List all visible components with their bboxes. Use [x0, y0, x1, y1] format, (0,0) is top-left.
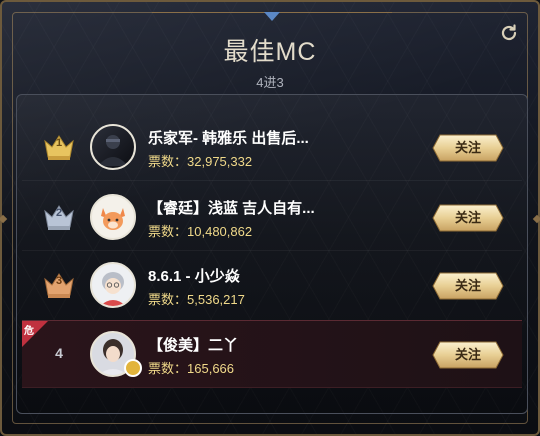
refresh-icon	[501, 24, 517, 41]
vote-count: 票数：165,666	[148, 358, 234, 377]
follow-button[interactable]: 关注	[432, 272, 504, 300]
rank-number: 1	[55, 137, 63, 149]
votes-value: 165,666	[187, 361, 235, 376]
row-divider	[22, 250, 522, 251]
right-side-ornament	[532, 214, 540, 224]
contestant-name: 【睿廷】浅蓝 吉人自有...	[148, 200, 315, 217]
avatar-photo-icon	[98, 135, 128, 166]
row-divider	[22, 180, 522, 181]
left-side-ornament	[0, 214, 8, 224]
votes-value: 32,975,332	[187, 154, 253, 169]
avatar[interactable]	[90, 194, 136, 240]
avatar[interactable]	[90, 124, 136, 170]
votes-label: 票数：	[148, 361, 188, 376]
votes-value: 5,536,217	[187, 292, 245, 307]
follow-button-label: 关注	[454, 347, 481, 362]
rank-number: 2	[55, 207, 63, 219]
ranking-row-3: 3 8.6.1 - 小少焱 票数：5,536,217 关注	[22, 252, 522, 318]
contestant-name: 【俊美】二丫	[148, 337, 239, 354]
contestant-name: 乐家军- 韩雅乐 出售后...	[148, 130, 309, 147]
round-subtitle: 4进3	[256, 75, 284, 90]
vote-count: 票数：5,536,217	[148, 289, 245, 308]
level-badge-icon	[124, 359, 142, 377]
follow-button[interactable]: 关注	[432, 204, 504, 232]
vote-count: 票数：32,975,332	[148, 151, 252, 170]
follow-button[interactable]: 关注	[432, 134, 504, 162]
cartoon-fox-avatar-icon	[101, 208, 125, 230]
avatar[interactable]	[90, 262, 136, 308]
vote-count: 票数：10,480,862	[148, 221, 252, 240]
ranking-row-1: 1 乐家军- 韩雅乐 出售后... 票数：32,975,332 关注	[22, 114, 522, 180]
follow-button[interactable]: 关注	[432, 341, 504, 369]
follow-button-label: 关注	[454, 140, 481, 155]
danger-tag-label: 危	[24, 326, 34, 337]
follow-button-label: 关注	[454, 210, 481, 225]
contestant-name: 8.6.1 - 小少焱	[148, 268, 240, 285]
ranking-row-2: 2 【睿廷】浅蓝 吉人自有... 票数：10,480,862 关注	[22, 184, 522, 250]
page-title: 最佳MC	[223, 38, 317, 66]
refresh-button[interactable]	[498, 22, 520, 44]
rank-number: 4	[55, 345, 63, 361]
follow-button-label: 关注	[454, 278, 481, 293]
cartoon-person-avatar-icon	[100, 272, 126, 306]
top-gem-ornament	[264, 12, 280, 21]
votes-label: 票数：	[148, 224, 188, 239]
votes-label: 票数：	[148, 154, 188, 169]
ranking-row-4: 危 4 【俊美】二丫 票数：165,666 关注	[22, 320, 522, 388]
votes-value: 10,480,862	[187, 224, 253, 239]
rank-number: 3	[55, 275, 63, 287]
votes-label: 票数：	[148, 292, 188, 307]
